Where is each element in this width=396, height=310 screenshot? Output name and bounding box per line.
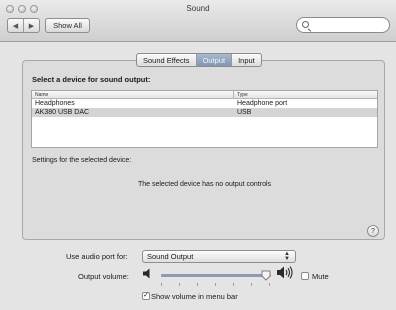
output-pane: Select a device for sound output: Name T… [22, 60, 385, 240]
output-volume-slider[interactable] [161, 270, 271, 286]
search-field[interactable] [296, 17, 390, 33]
back-forward-buttons: ◀ ▶ [7, 18, 40, 33]
audio-port-label: Use audio port for: [66, 252, 128, 261]
tab-input[interactable]: Input [231, 54, 261, 66]
slider-tick [215, 283, 216, 286]
slider-tick [161, 283, 162, 286]
tab-output[interactable]: Output [195, 54, 232, 66]
help-icon[interactable]: ? [367, 225, 379, 237]
settings-label: Settings for the selected device: [32, 157, 132, 164]
table-row[interactable]: AK380 USB DAC USB [32, 108, 377, 117]
speaker-low-icon [143, 268, 150, 279]
forward-button[interactable]: ▶ [23, 19, 39, 32]
speaker-high-icon [277, 266, 293, 279]
device-name: AK380 USB DAC [35, 109, 90, 116]
mute-checkbox[interactable] [301, 272, 309, 280]
slider-tick [269, 283, 270, 286]
show-all-button[interactable]: Show All [45, 18, 90, 33]
tab-sound-effects[interactable]: Sound Effects [137, 54, 196, 66]
tab-label: Sound Effects [143, 55, 190, 65]
title-bar: Sound ◀ ▶ Show All [0, 0, 396, 42]
slider-tick [233, 283, 234, 286]
no-controls-message: The selected device has no output contro… [137, 181, 272, 188]
device-type: Headphone port [237, 100, 288, 107]
tab-label: Input [238, 55, 255, 65]
window-title: Sound [186, 4, 210, 13]
slider-knob[interactable] [261, 270, 271, 281]
audio-port-popup[interactable]: Sound Output ▲ ▼ [142, 250, 296, 263]
device-select-label: Select a device for sound output: [32, 75, 151, 84]
column-separator [233, 91, 234, 99]
mute-label[interactable]: Mute [312, 272, 329, 281]
slider-tick [251, 283, 252, 286]
device-type: USB [237, 109, 252, 116]
slider-tick [197, 283, 198, 286]
slider-fill [161, 274, 266, 277]
column-header-type[interactable]: Type [237, 92, 248, 98]
device-name: Headphones [35, 100, 75, 107]
tab-label: Output [202, 55, 226, 65]
show-volume-menu-bar-checkbox[interactable]: ✓ [142, 292, 150, 300]
slider-tick [179, 283, 180, 286]
output-volume-label: Output volume: [78, 272, 129, 281]
output-device-table: Name Type Headphones Headphone port AK38… [31, 90, 378, 148]
tab-bar: Sound Effects Output Input [136, 53, 262, 67]
show-volume-menu-bar-label[interactable]: Show volume in menu bar [151, 292, 238, 301]
sound-preferences-window: Sound ◀ ▶ Show All Sound Effects Output … [0, 0, 396, 310]
back-button[interactable]: ◀ [8, 19, 23, 32]
search-icon [302, 21, 309, 28]
table-header: Name Type [32, 91, 377, 99]
table-row[interactable]: Headphones Headphone port [32, 99, 377, 108]
column-header-name[interactable]: Name [35, 92, 48, 98]
popup-arrows-icon: ▲ ▼ [284, 251, 290, 262]
audio-port-value: Sound Output [147, 252, 194, 261]
